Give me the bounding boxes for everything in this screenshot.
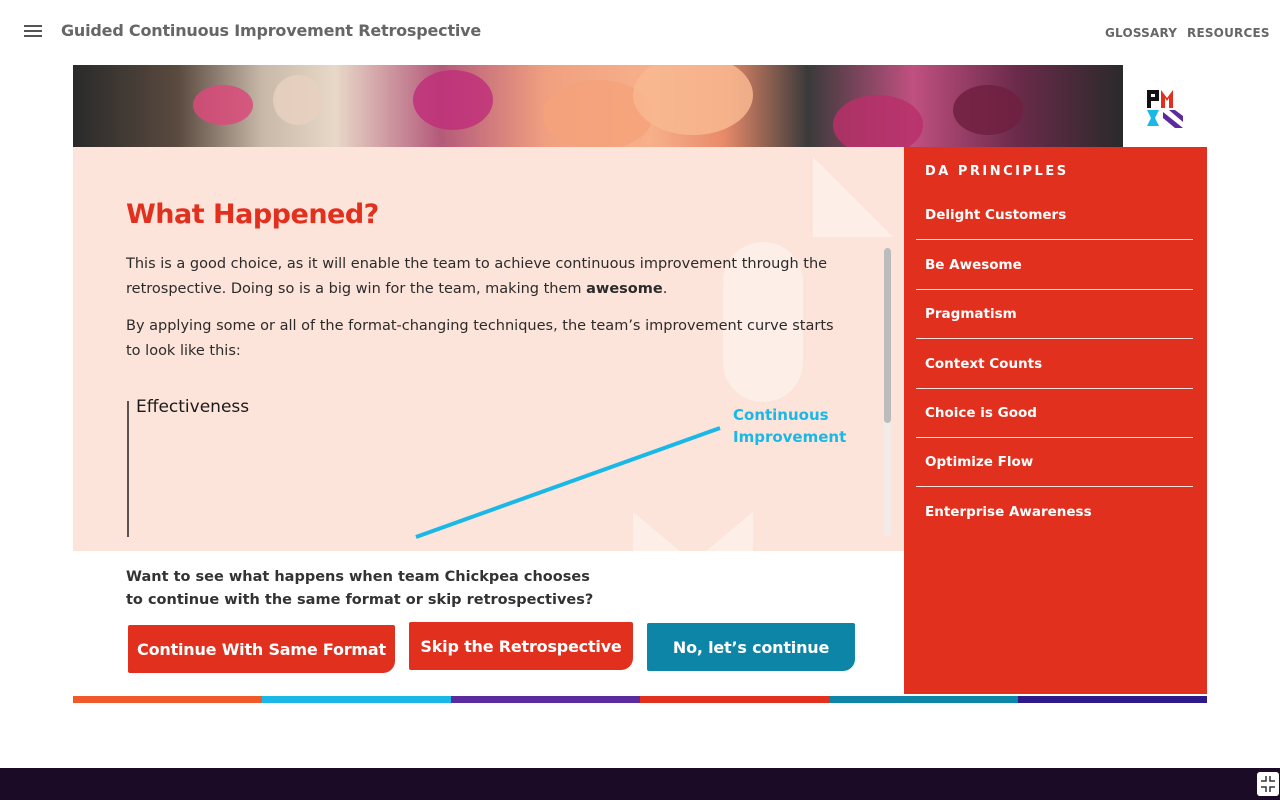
principle-optimize-flow[interactable]: Optimize Flow [916,438,1193,487]
strip-segment [451,696,640,703]
principle-context-counts[interactable]: Context Counts [916,340,1193,389]
principle-label: Choice is Good [925,405,1037,421]
no-continue-button[interactable]: No, let’s continue [647,623,855,671]
principle-label: Context Counts [925,356,1043,372]
y-axis-label: Effectiveness [136,397,250,417]
question-line1: Want to see what happens when team Chick… [126,569,590,585]
color-strip [73,696,1207,703]
bottom-bar [0,768,1280,800]
ci-label-line1: Continuous [733,406,829,424]
principle-label: Pragmatism [925,306,1017,322]
hamburger-menu-icon[interactable] [24,25,42,39]
strip-segment [1018,696,1207,703]
ci-label-line2: Improvement [733,428,847,446]
principle-enterprise-awareness[interactable]: Enterprise Awareness [916,488,1193,537]
top-bar: Guided Continuous Improvement Retrospect… [0,0,1280,62]
principles-title: DA PRINCIPLES [925,164,1069,179]
banner-image [73,65,1123,147]
principle-delight-customers[interactable]: Delight Customers [916,191,1193,240]
continue-same-format-button[interactable]: Continue With Same Format [128,625,395,673]
intro-end: . [662,281,668,297]
glossary-link[interactable]: GLOSSARY [1105,26,1177,40]
question-line2: to continue with the same format or skip… [126,592,594,608]
principle-label: Optimize Flow [925,454,1034,470]
app-title: Guided Continuous Improvement Retrospect… [61,21,482,40]
pmi-logo [1147,90,1183,128]
question-text: Want to see what happens when team Chick… [126,566,606,612]
intro-paragraph: This is a good choice, as it will enable… [126,252,836,302]
continuous-improvement-line [415,426,721,539]
strip-segment [262,696,451,703]
principle-pragmatism[interactable]: Pragmatism [916,290,1193,339]
scrollbar-thumb[interactable] [884,248,891,423]
awesome-emphasis: awesome [586,281,663,297]
principle-choice-is-good[interactable]: Choice is Good [916,389,1193,438]
skip-retrospective-button[interactable]: Skip the Retrospective [409,622,633,670]
continuous-improvement-label: Continuous Improvement [733,404,846,448]
resources-link[interactable]: RESOURCES [1187,26,1270,40]
curve-paragraph: By applying some or all of the format-ch… [126,318,834,359]
exit-fullscreen-icon[interactable] [1257,772,1279,796]
principle-label: Enterprise Awareness [925,504,1092,520]
principles-sidebar: DA PRINCIPLES Delight Customers Be Aweso… [904,147,1207,694]
content-panel: What Happened? This is a good choice, as… [73,147,904,551]
intro-text: This is a good choice, as it will enable… [126,256,828,297]
principle-label: Delight Customers [925,207,1067,223]
strip-segment [640,696,829,703]
principle-label: Be Awesome [925,257,1022,273]
principle-be-awesome[interactable]: Be Awesome [916,241,1193,290]
page-heading: What Happened? [126,199,379,230]
improvement-chart: Effectiveness Continuous Improvement [126,397,846,547]
strip-segment [829,696,1018,703]
strip-segment [73,696,262,703]
